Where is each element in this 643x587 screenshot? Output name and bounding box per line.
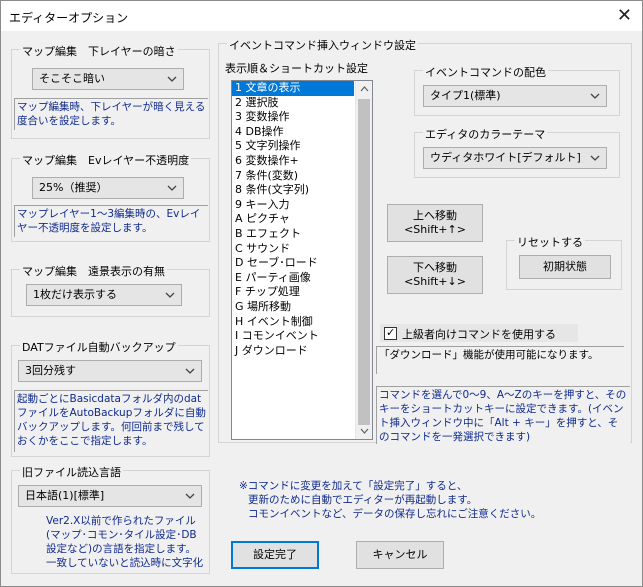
cancel-label: キャンセル (372, 548, 428, 561)
lower-layer-label: マップ編集 下レイヤーの暗さ (20, 43, 178, 59)
theme-group: エディタのカラーテーマ ウディタホワイト[デフォルト] (414, 126, 620, 178)
advanced-checkbox-row[interactable]: ✓ 上級者向けコマンドを使用する (380, 324, 578, 342)
chevron-down-icon (165, 69, 179, 89)
chevron-down-icon (588, 86, 602, 106)
lower-layer-value: そこそこ暗い (39, 72, 105, 85)
cmd-color-label: イベントコマンドの配色 (423, 64, 548, 80)
restart-note-line2: 更新のために自動でエディターが再起動します。 (248, 494, 478, 506)
ev-layer-group: マップ編集 Evレイヤー不透明度 25%（推奨） マップレイヤー1～3編集時の、… (11, 152, 210, 242)
command-list-items: 1 文章の表示 2 選択肢 3 変数操作 4 DB操作 5 文字列操作 6 変数操作+ 7 … (232, 81, 372, 358)
list-item[interactable]: 7 条件(変数) (232, 169, 354, 184)
ev-layer-label: マップ編集 Evレイヤー不透明度 (20, 152, 192, 168)
old-lang-value: 日本語(1)[標準] (25, 489, 105, 502)
list-item[interactable]: 9 キー入力 (232, 198, 354, 213)
advanced-desc: 「ダウンロード」機能が使用可能になります。 (376, 346, 624, 374)
dat-backup-value: 3回分残す (25, 364, 76, 377)
cancel-button[interactable]: キャンセル (356, 541, 444, 569)
list-item[interactable]: 4 DB操作 (232, 125, 354, 140)
advanced-checkbox[interactable]: ✓ (384, 326, 397, 340)
chevron-down-icon (163, 285, 177, 305)
old-lang-desc: Ver2.X以前で作られたファイル(マップ･コモン･タイル設定･DB設定など)の… (44, 513, 208, 571)
lower-layer-select[interactable]: そこそこ暗い (32, 68, 184, 90)
list-item[interactable]: 8 条件(文字列) (232, 183, 354, 198)
reset-group: リセットする 初期状態 (506, 234, 622, 290)
theme-label: エディタのカラーテーマ (423, 126, 548, 142)
dat-backup-group: DATファイル自動バックアップ 3回分残す 起動ごとにBasicdataフォルダ… (11, 339, 210, 457)
distant-view-label: マップ編集 遠景表示の有無 (20, 263, 167, 279)
reset-default-label: 初期状態 (543, 260, 587, 273)
close-icon[interactable]: ✕ (617, 5, 632, 26)
reset-label: リセットする (515, 234, 585, 250)
move-up-button[interactable]: 上へ移動 <Shift+↑> (387, 204, 483, 242)
ev-layer-select[interactable]: 25%（推奨） (32, 177, 184, 199)
lower-layer-desc: マップ編集時、下レイヤーが暗く見える度合いを設定します。 (14, 98, 208, 130)
list-item[interactable]: C サウンド (232, 242, 354, 257)
event-cmd-label: イベントコマンド挿入ウィンドウ設定 (227, 37, 418, 53)
cmd-color-value: タイプ1(標準) (430, 89, 501, 102)
old-lang-label: 旧ファイル読込言語 (20, 464, 123, 480)
ok-label: 設定完了 (253, 548, 297, 561)
lower-layer-group: マップ編集 下レイヤーの暗さ そこそこ暗い マップ編集時、下レイヤーが暗く見える… (11, 43, 210, 139)
list-item[interactable]: E パーティ画像 (232, 271, 354, 286)
list-item[interactable]: G 場所移動 (232, 300, 354, 315)
chevron-down-icon (183, 361, 197, 381)
move-up-label: 上へ移動 (413, 209, 457, 222)
checkmark-icon: ✓ (386, 326, 396, 339)
ev-layer-value: 25%（推奨） (39, 181, 108, 194)
move-up-shortcut: <Shift+↑> (404, 223, 466, 236)
cmd-color-select[interactable]: タイプ1(標準) (423, 85, 607, 107)
theme-value: ウディタホワイト[デフォルト] (430, 151, 581, 164)
list-item[interactable]: D セーブ･ロード (232, 256, 354, 271)
dat-backup-desc: 起動ごとにBasicdataフォルダ内のdatファイルをAutoBackupフォ… (14, 390, 208, 452)
list-item[interactable]: I コモンイベント (232, 329, 354, 344)
list-item[interactable]: F チップ処理 (232, 285, 354, 300)
restart-note-line1: ※コマンドに変更を加えて「設定完了」すると、 (239, 480, 468, 492)
command-list[interactable]: 1 文章の表示 2 選択肢 3 変数操作 4 DB操作 5 文字列操作 6 変数操作+ 7 … (231, 80, 373, 440)
window-title: エディターオプション (9, 11, 129, 25)
chevron-down-icon (588, 148, 602, 168)
chevron-down-icon (183, 486, 197, 506)
move-down-shortcut: <Shift+↓> (404, 275, 466, 288)
old-lang-group: 旧ファイル読込言語 日本語(1)[標準] Ver2.X以前で作られたファイル(マ… (11, 464, 210, 574)
event-cmd-group: イベントコマンド挿入ウィンドウ設定 表示順＆ショートカット設定 1 文章の表示 2… (218, 37, 632, 444)
scroll-down-icon[interactable] (356, 422, 372, 439)
list-scrollbar[interactable] (355, 81, 372, 439)
chevron-down-icon (165, 178, 179, 198)
list-label: 表示順＆ショートカット設定 (225, 62, 368, 75)
reset-default-button[interactable]: 初期状態 (519, 255, 611, 279)
distant-view-value: 1枚だけ表示する (33, 288, 117, 301)
editor-options-window: エディターオプション ✕ マップ編集 下レイヤーの暗さ そこそこ暗い マップ編集… (0, 0, 643, 587)
title-bar: エディターオプション ✕ (1, 1, 642, 31)
list-item[interactable]: 2 選択肢 (232, 96, 354, 111)
move-down-label: 下へ移動 (413, 261, 457, 274)
ev-layer-desc: マップレイヤー1～3編集時の、Evレイヤー不透明度を設定します。 (14, 205, 208, 237)
restart-note-line3: コモンイベントなど、データの保存し忘れにご注意ください。 (248, 508, 542, 520)
theme-select[interactable]: ウディタホワイト[デフォルト] (423, 147, 607, 169)
list-item[interactable]: A ピクチャ (232, 212, 354, 227)
move-down-button[interactable]: 下へ移動 <Shift+↓> (387, 256, 483, 294)
dat-backup-select[interactable]: 3回分残す (18, 360, 202, 382)
list-item[interactable]: J ダウンロード (232, 344, 354, 359)
list-item[interactable]: 5 文字列操作 (232, 139, 354, 154)
dat-backup-label: DATファイル自動バックアップ (20, 339, 178, 355)
ok-button[interactable]: 設定完了 (231, 541, 319, 569)
distant-view-select[interactable]: 1枚だけ表示する (26, 284, 182, 306)
list-item[interactable]: B エフェクト (232, 227, 354, 242)
list-item[interactable]: 6 変数操作+ (232, 154, 354, 169)
list-item[interactable]: 3 変数操作 (232, 110, 354, 125)
advanced-label: 上級者向けコマンドを使用する (402, 328, 556, 341)
distant-view-group: マップ編集 遠景表示の有無 1枚だけ表示する (11, 263, 210, 317)
cmd-color-group: イベントコマンドの配色 タイプ1(標準) (414, 64, 620, 116)
list-item[interactable]: 1 文章の表示 (232, 81, 354, 96)
old-lang-select[interactable]: 日本語(1)[標準] (18, 485, 202, 507)
list-item[interactable]: H イベント制御 (232, 315, 354, 330)
scroll-up-icon[interactable] (356, 81, 372, 98)
shortcut-desc: コマンドを選んで0～9、A～Zのキーを押すと、そのキーをショートカットキーに設定… (376, 386, 630, 444)
scroll-thumb[interactable] (358, 99, 370, 425)
